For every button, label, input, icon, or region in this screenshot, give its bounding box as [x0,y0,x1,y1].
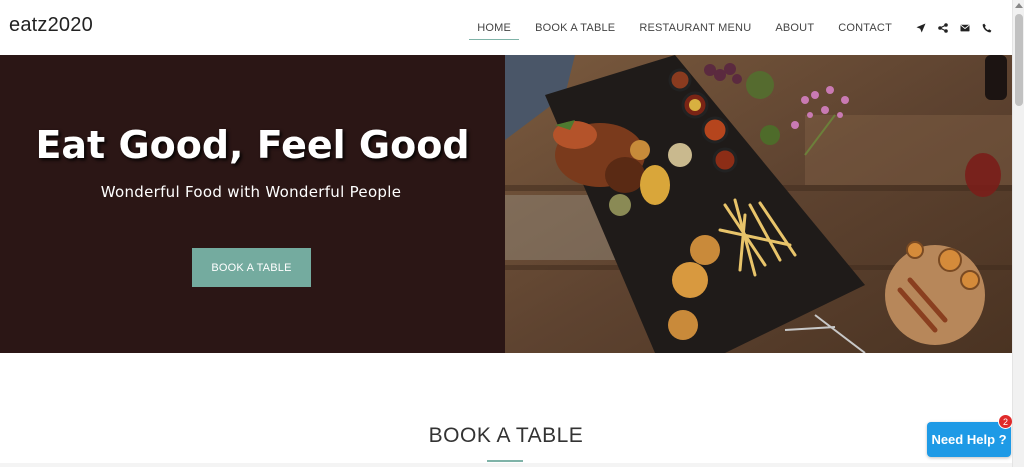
top-navbar: eatz2020 HOME BOOK A TABLE RESTAURANT ME… [0,0,1012,55]
nav-icon-group [910,0,998,55]
need-help-button[interactable]: Need Help ? [927,422,1011,457]
vertical-scrollbar[interactable] [1012,0,1024,467]
notification-badge: 2 [998,414,1013,429]
section-divider [487,460,523,462]
page-bottom-edge [0,463,1012,467]
brand-logo[interactable]: eatz2020 [9,14,93,37]
food-platter-illustration [505,55,1012,353]
hero-text-panel: Eat Good, Feel Good Wonderful Food with … [0,55,505,353]
nav-about[interactable]: ABOUT [763,0,826,55]
book-a-table-button[interactable]: BOOK A TABLE [192,248,311,287]
nav-home[interactable]: HOME [465,0,523,55]
nav-restaurant-menu[interactable]: RESTAURANT MENU [627,0,763,55]
nav-contact[interactable]: CONTACT [826,0,904,55]
hero-subtitle: Wonderful Food with Wonderful People [100,183,402,201]
hero-banner: Eat Good, Feel Good Wonderful Food with … [0,55,1012,353]
scroll-up-arrow-icon[interactable] [1015,3,1023,8]
section-title: BOOK A TABLE [428,424,584,447]
nav-book-a-table[interactable]: BOOK A TABLE [523,0,627,55]
hero-title: Eat Good, Feel Good [35,123,470,167]
scroll-thumb[interactable] [1015,14,1023,106]
main-nav: HOME BOOK A TABLE RESTAURANT MENU ABOUT … [465,0,998,55]
share-icon[interactable] [932,0,954,55]
phone-icon[interactable] [976,0,998,55]
location-arrow-icon[interactable] [910,0,932,55]
envelope-icon[interactable] [954,0,976,55]
food-platter-photo [505,55,1012,353]
